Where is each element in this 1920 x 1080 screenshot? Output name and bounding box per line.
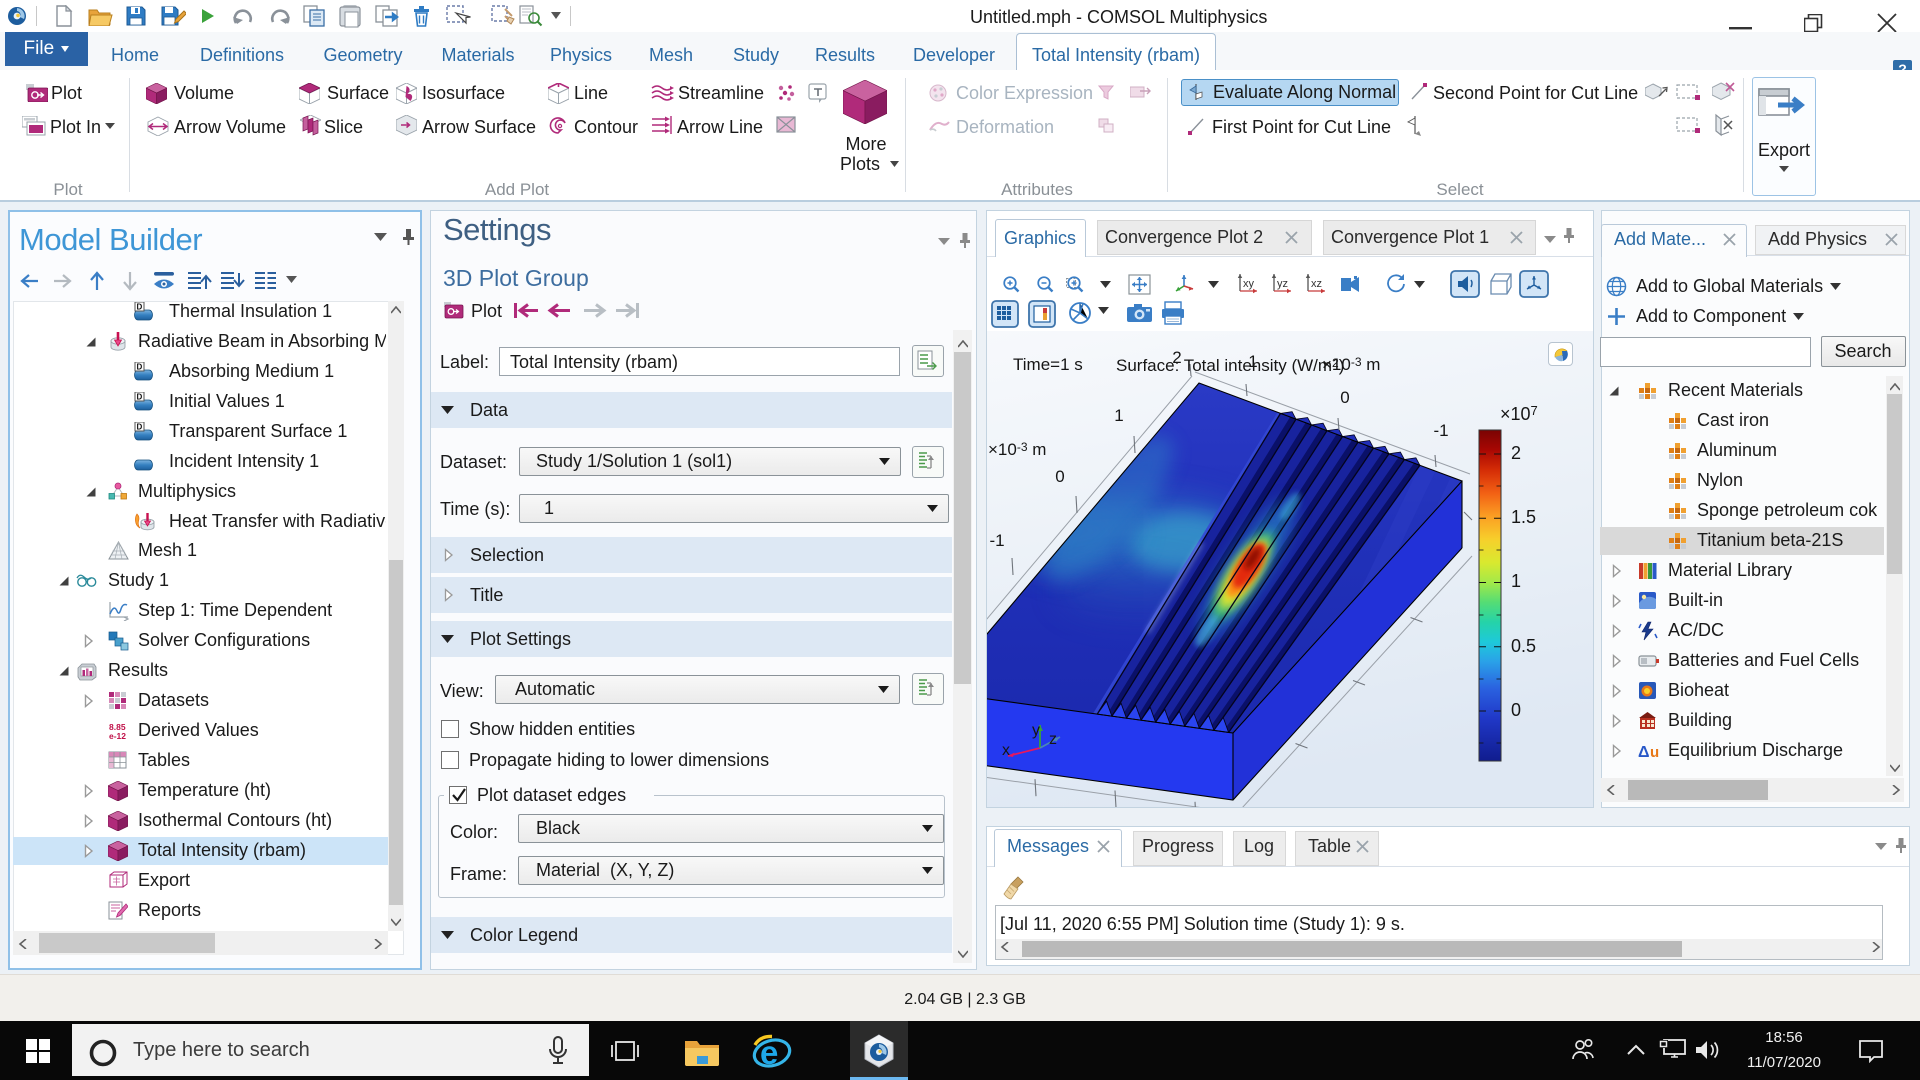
svg-text:xy: xy: [1243, 278, 1255, 290]
svg-text:D: D: [137, 363, 143, 372]
svg-text:D: D: [137, 393, 143, 402]
svg-text:D: D: [137, 423, 143, 432]
svg-text:e-12: e-12: [109, 731, 126, 741]
svg-text:yz: yz: [1277, 278, 1288, 290]
svg-text:D: D: [137, 303, 143, 312]
svg-text:Δ: Δ: [1638, 744, 1650, 761]
svg-text:u: u: [1650, 744, 1659, 761]
svg-text:xz: xz: [1311, 278, 1322, 290]
